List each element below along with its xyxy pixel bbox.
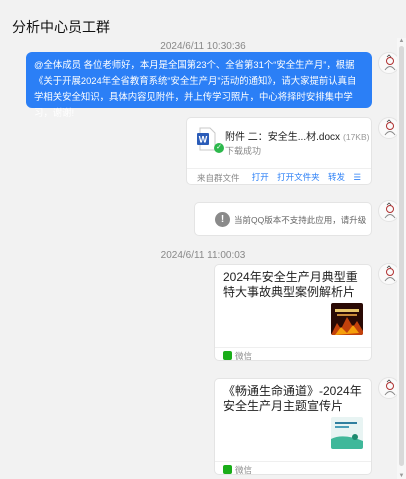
share-card[interactable]: 2024年安全生产月典型重特大事故典型案例解析片 微信 <box>214 264 372 361</box>
file-name-text: 附件 二：安全生...材.docx <box>225 132 341 143</box>
file-name: 附件 二：安全生...材.docx (17KB) <box>225 128 369 143</box>
divider <box>215 461 371 462</box>
download-status: 下载成功 <box>225 146 262 156</box>
scroll-down-arrow-icon[interactable]: ▼ <box>397 473 406 479</box>
chat-title: 分析中心员工群 <box>12 19 110 35</box>
menu-icon[interactable]: ☰ <box>353 172 361 182</box>
share-source: 微信 <box>223 464 252 476</box>
file-card[interactable]: W ✓ 附件 二：安全生...材.docx (17KB) 下载成功 来自群文件 打… <box>186 117 372 185</box>
unsupported-text: 当前QQ版本不支持此应用，请升级 <box>234 215 367 225</box>
wechat-icon <box>223 351 232 360</box>
file-actions: 打开 打开文件夹 转发 ☰ <box>246 171 361 183</box>
timestamp: 2024/6/11 11:00:03 <box>160 250 246 261</box>
svg-text:W: W <box>199 135 208 145</box>
unsupported-message-card[interactable]: ! 当前QQ版本不支持此应用，请升级 <box>194 202 372 236</box>
file-source: 来自群文件 <box>197 173 240 183</box>
divider <box>215 347 371 348</box>
wechat-icon <box>223 465 232 474</box>
download-success-icon: ✓ <box>214 143 224 153</box>
video-thumbnail <box>331 303 363 335</box>
warning-icon: ! <box>215 212 230 227</box>
scroll-up-arrow-icon[interactable]: ▲ <box>397 38 406 44</box>
scrollbar-thumb[interactable] <box>399 46 404 466</box>
share-card[interactable]: 《畅通生命通道》-2024年安全生产月主题宣传片 微信 <box>214 378 372 475</box>
divider <box>187 168 371 169</box>
announcement-bubble[interactable]: @全体成员 各位老师好，本月是全国第23个、全省第31个“安全生产月”，根据《关… <box>26 52 372 118</box>
open-folder-link[interactable]: 打开文件夹 <box>277 172 320 182</box>
file-size: (17KB) <box>343 132 370 142</box>
forward-link[interactable]: 转发 <box>328 172 345 182</box>
share-title: 2024年安全生产月典型重特大事故典型案例解析片 <box>223 270 358 299</box>
share-source-text: 微信 <box>235 351 253 361</box>
open-link[interactable]: 打开 <box>252 172 269 182</box>
video-thumbnail <box>331 417 363 449</box>
scrollbar[interactable]: ▲ ▼ <box>397 38 406 479</box>
share-source: 微信 <box>223 350 252 362</box>
share-title: 《畅通生命通道》-2024年安全生产月主题宣传片 <box>223 384 362 413</box>
timestamp: 2024/6/11 10:30:36 <box>160 41 246 52</box>
chat-header: 分析中心员工群 <box>0 0 406 38</box>
share-source-text: 微信 <box>235 465 253 475</box>
